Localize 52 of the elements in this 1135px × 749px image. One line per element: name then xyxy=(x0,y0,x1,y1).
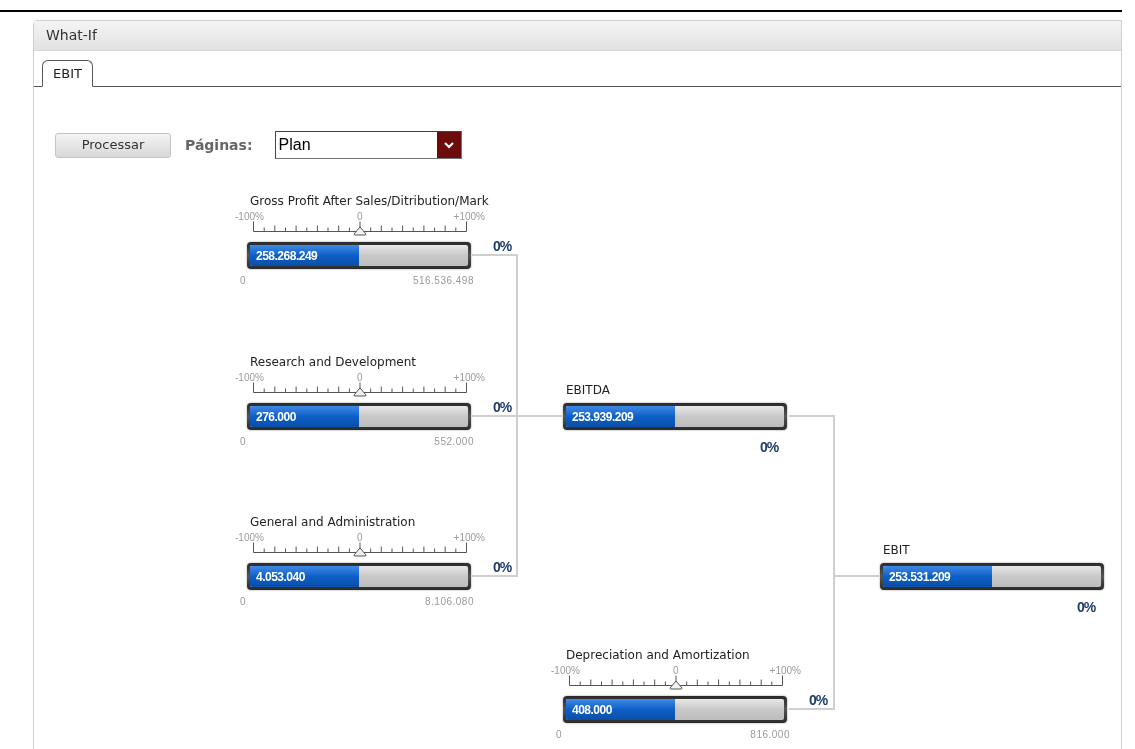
slider-thumb[interactable] xyxy=(669,680,683,690)
pages-dropdown[interactable]: Plan xyxy=(274,131,462,159)
scale-label: 0 xyxy=(357,531,363,545)
slider-thumb[interactable] xyxy=(353,547,367,557)
node-label: Depreciation and Amortization xyxy=(566,647,750,664)
bar-value: 258.268.249 xyxy=(256,248,318,265)
slider-thumb[interactable] xyxy=(353,226,367,236)
node-label: Research and Development xyxy=(250,354,417,371)
scale-label: +100% xyxy=(769,664,801,678)
scale-label: -100% xyxy=(235,210,264,224)
slider-track[interactable] xyxy=(253,220,467,236)
node-label: Gross Profit After Sales/Ditribution/Mark xyxy=(250,193,489,210)
scale-label: +100% xyxy=(453,531,485,545)
min-value: 0 xyxy=(240,435,246,449)
node-label: EBITDA xyxy=(566,382,610,399)
bar-value: 4.053.040 xyxy=(256,569,305,586)
max-value: 552.000 xyxy=(434,435,474,449)
max-value: 8.106.080 xyxy=(425,595,474,609)
bar-value: 253.939.209 xyxy=(572,409,634,426)
tab[interactable]: EBIT xyxy=(42,60,93,87)
percent-value: 0% xyxy=(809,691,828,710)
scale-label: +100% xyxy=(453,210,485,224)
dropdown-value: Plan xyxy=(277,135,312,155)
bar-value: 276.000 xyxy=(256,409,296,426)
slider-track[interactable] xyxy=(569,674,783,690)
pages-label: Páginas: xyxy=(185,135,253,155)
percent-value: 0% xyxy=(493,237,512,256)
min-value: 0 xyxy=(240,595,246,609)
scale-label: 0 xyxy=(357,371,363,385)
scale-label: -100% xyxy=(551,664,580,678)
percent-value: 0% xyxy=(493,398,512,417)
min-value: 0 xyxy=(556,728,562,742)
min-value: 0 xyxy=(240,274,246,288)
scale-label: 0 xyxy=(673,664,679,678)
slider-track[interactable] xyxy=(253,381,467,397)
node-label: EBIT xyxy=(883,542,910,559)
node-label: General and Administration xyxy=(250,514,416,531)
percent-value: 0% xyxy=(1077,598,1096,617)
scale-label: +100% xyxy=(453,371,485,385)
slider-track[interactable] xyxy=(253,541,467,557)
max-value: 816.000 xyxy=(750,728,790,742)
bar-value: 253.531.209 xyxy=(889,569,951,586)
scale-label: -100% xyxy=(235,531,264,545)
scale-label: -100% xyxy=(235,371,264,385)
percent-value: 0% xyxy=(493,558,512,577)
scale-label: 0 xyxy=(357,210,363,224)
max-value: 516.536.498 xyxy=(412,274,474,288)
bar-value: 408.000 xyxy=(572,702,612,719)
percent-value: 0% xyxy=(760,438,779,457)
process-button[interactable]: Processar xyxy=(55,132,171,158)
window-title: What-If xyxy=(46,26,97,45)
slider-thumb[interactable] xyxy=(353,387,367,397)
